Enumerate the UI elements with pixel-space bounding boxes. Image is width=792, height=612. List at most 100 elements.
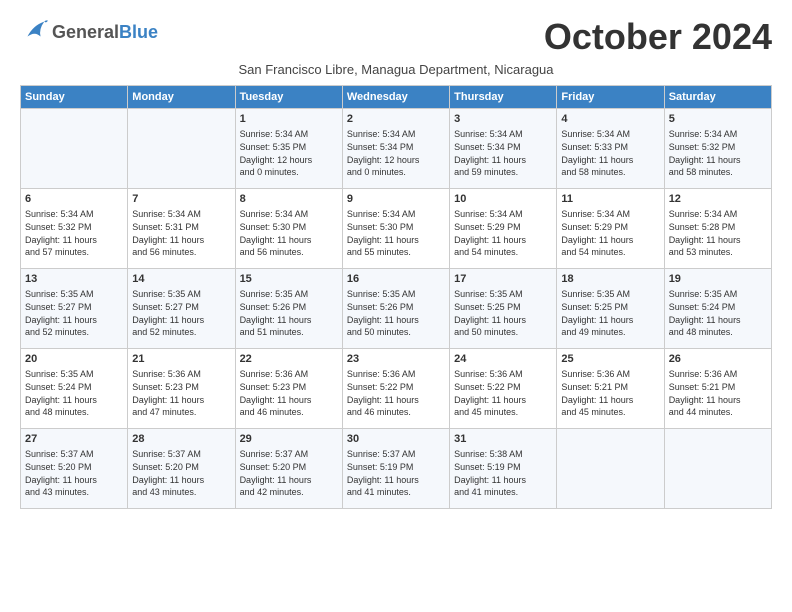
day-number: 26 [669, 352, 767, 367]
calendar-cell: 18Sunrise: 5:35 AM Sunset: 5:25 PM Dayli… [557, 269, 664, 349]
day-info: Sunrise: 5:36 AM Sunset: 5:22 PM Dayligh… [347, 368, 445, 418]
day-info: Sunrise: 5:34 AM Sunset: 5:30 PM Dayligh… [347, 208, 445, 258]
week-row: 6Sunrise: 5:34 AM Sunset: 5:32 PM Daylig… [21, 189, 772, 269]
calendar-cell: 19Sunrise: 5:35 AM Sunset: 5:24 PM Dayli… [664, 269, 771, 349]
week-row: 1Sunrise: 5:34 AM Sunset: 5:35 PM Daylig… [21, 109, 772, 189]
calendar-cell: 25Sunrise: 5:36 AM Sunset: 5:21 PM Dayli… [557, 349, 664, 429]
day-info: Sunrise: 5:38 AM Sunset: 5:19 PM Dayligh… [454, 448, 552, 498]
day-info: Sunrise: 5:34 AM Sunset: 5:31 PM Dayligh… [132, 208, 230, 258]
week-row: 20Sunrise: 5:35 AM Sunset: 5:24 PM Dayli… [21, 349, 772, 429]
calendar-cell: 16Sunrise: 5:35 AM Sunset: 5:26 PM Dayli… [342, 269, 449, 349]
day-number: 20 [25, 352, 123, 367]
day-number: 2 [347, 112, 445, 127]
weekday-thursday: Thursday [450, 86, 557, 109]
day-info: Sunrise: 5:34 AM Sunset: 5:30 PM Dayligh… [240, 208, 338, 258]
calendar-cell [557, 429, 664, 509]
calendar-cell: 5Sunrise: 5:34 AM Sunset: 5:32 PM Daylig… [664, 109, 771, 189]
week-row: 27Sunrise: 5:37 AM Sunset: 5:20 PM Dayli… [21, 429, 772, 509]
weekday-monday: Monday [128, 86, 235, 109]
logo: GeneralBlue [20, 16, 158, 49]
day-number: 30 [347, 432, 445, 447]
calendar-body: 1Sunrise: 5:34 AM Sunset: 5:35 PM Daylig… [21, 109, 772, 509]
week-row: 13Sunrise: 5:35 AM Sunset: 5:27 PM Dayli… [21, 269, 772, 349]
calendar-table: SundayMondayTuesdayWednesdayThursdayFrid… [20, 85, 772, 509]
day-info: Sunrise: 5:37 AM Sunset: 5:20 PM Dayligh… [132, 448, 230, 498]
day-info: Sunrise: 5:34 AM Sunset: 5:29 PM Dayligh… [454, 208, 552, 258]
day-number: 29 [240, 432, 338, 447]
day-number: 7 [132, 192, 230, 207]
day-info: Sunrise: 5:34 AM Sunset: 5:29 PM Dayligh… [561, 208, 659, 258]
weekday-friday: Friday [557, 86, 664, 109]
calendar-cell: 29Sunrise: 5:37 AM Sunset: 5:20 PM Dayli… [235, 429, 342, 509]
day-number: 10 [454, 192, 552, 207]
day-info: Sunrise: 5:35 AM Sunset: 5:24 PM Dayligh… [669, 288, 767, 338]
weekday-sunday: Sunday [21, 86, 128, 109]
logo-icon [20, 16, 48, 49]
day-info: Sunrise: 5:35 AM Sunset: 5:24 PM Dayligh… [25, 368, 123, 418]
calendar-cell: 2Sunrise: 5:34 AM Sunset: 5:34 PM Daylig… [342, 109, 449, 189]
day-number: 3 [454, 112, 552, 127]
day-info: Sunrise: 5:35 AM Sunset: 5:27 PM Dayligh… [132, 288, 230, 338]
weekday-row: SundayMondayTuesdayWednesdayThursdayFrid… [21, 86, 772, 109]
day-info: Sunrise: 5:34 AM Sunset: 5:28 PM Dayligh… [669, 208, 767, 258]
day-number: 8 [240, 192, 338, 207]
day-info: Sunrise: 5:34 AM Sunset: 5:35 PM Dayligh… [240, 128, 338, 178]
day-number: 28 [132, 432, 230, 447]
day-number: 9 [347, 192, 445, 207]
calendar-cell: 24Sunrise: 5:36 AM Sunset: 5:22 PM Dayli… [450, 349, 557, 429]
day-info: Sunrise: 5:37 AM Sunset: 5:20 PM Dayligh… [240, 448, 338, 498]
day-number: 19 [669, 272, 767, 287]
day-number: 6 [25, 192, 123, 207]
day-number: 16 [347, 272, 445, 287]
calendar-cell: 17Sunrise: 5:35 AM Sunset: 5:25 PM Dayli… [450, 269, 557, 349]
subtitle: San Francisco Libre, Managua Department,… [20, 62, 772, 77]
day-info: Sunrise: 5:36 AM Sunset: 5:23 PM Dayligh… [240, 368, 338, 418]
calendar-cell: 11Sunrise: 5:34 AM Sunset: 5:29 PM Dayli… [557, 189, 664, 269]
day-number: 1 [240, 112, 338, 127]
logo-general: General [52, 22, 119, 42]
header: GeneralBlue October 2024 [20, 16, 772, 58]
day-info: Sunrise: 5:37 AM Sunset: 5:19 PM Dayligh… [347, 448, 445, 498]
day-info: Sunrise: 5:36 AM Sunset: 5:22 PM Dayligh… [454, 368, 552, 418]
calendar-cell: 10Sunrise: 5:34 AM Sunset: 5:29 PM Dayli… [450, 189, 557, 269]
day-info: Sunrise: 5:36 AM Sunset: 5:21 PM Dayligh… [561, 368, 659, 418]
logo-blue: Blue [119, 22, 158, 42]
calendar-cell: 12Sunrise: 5:34 AM Sunset: 5:28 PM Dayli… [664, 189, 771, 269]
day-info: Sunrise: 5:36 AM Sunset: 5:23 PM Dayligh… [132, 368, 230, 418]
calendar-cell: 30Sunrise: 5:37 AM Sunset: 5:19 PM Dayli… [342, 429, 449, 509]
day-info: Sunrise: 5:37 AM Sunset: 5:20 PM Dayligh… [25, 448, 123, 498]
day-number: 18 [561, 272, 659, 287]
logo-text: GeneralBlue [52, 23, 158, 43]
day-info: Sunrise: 5:34 AM Sunset: 5:32 PM Dayligh… [669, 128, 767, 178]
calendar-cell: 26Sunrise: 5:36 AM Sunset: 5:21 PM Dayli… [664, 349, 771, 429]
calendar-cell: 1Sunrise: 5:34 AM Sunset: 5:35 PM Daylig… [235, 109, 342, 189]
day-number: 25 [561, 352, 659, 367]
day-info: Sunrise: 5:35 AM Sunset: 5:26 PM Dayligh… [240, 288, 338, 338]
calendar-cell [664, 429, 771, 509]
calendar-cell: 27Sunrise: 5:37 AM Sunset: 5:20 PM Dayli… [21, 429, 128, 509]
day-number: 13 [25, 272, 123, 287]
calendar-cell: 23Sunrise: 5:36 AM Sunset: 5:22 PM Dayli… [342, 349, 449, 429]
calendar-cell: 15Sunrise: 5:35 AM Sunset: 5:26 PM Dayli… [235, 269, 342, 349]
day-info: Sunrise: 5:35 AM Sunset: 5:27 PM Dayligh… [25, 288, 123, 338]
day-number: 27 [25, 432, 123, 447]
day-info: Sunrise: 5:34 AM Sunset: 5:33 PM Dayligh… [561, 128, 659, 178]
calendar-cell: 3Sunrise: 5:34 AM Sunset: 5:34 PM Daylig… [450, 109, 557, 189]
calendar-cell: 9Sunrise: 5:34 AM Sunset: 5:30 PM Daylig… [342, 189, 449, 269]
day-number: 14 [132, 272, 230, 287]
day-number: 5 [669, 112, 767, 127]
day-info: Sunrise: 5:35 AM Sunset: 5:25 PM Dayligh… [454, 288, 552, 338]
day-info: Sunrise: 5:35 AM Sunset: 5:25 PM Dayligh… [561, 288, 659, 338]
day-info: Sunrise: 5:34 AM Sunset: 5:32 PM Dayligh… [25, 208, 123, 258]
day-info: Sunrise: 5:35 AM Sunset: 5:26 PM Dayligh… [347, 288, 445, 338]
day-number: 24 [454, 352, 552, 367]
day-number: 17 [454, 272, 552, 287]
day-info: Sunrise: 5:36 AM Sunset: 5:21 PM Dayligh… [669, 368, 767, 418]
day-number: 21 [132, 352, 230, 367]
calendar-cell: 28Sunrise: 5:37 AM Sunset: 5:20 PM Dayli… [128, 429, 235, 509]
calendar-cell: 4Sunrise: 5:34 AM Sunset: 5:33 PM Daylig… [557, 109, 664, 189]
day-number: 23 [347, 352, 445, 367]
calendar-cell: 6Sunrise: 5:34 AM Sunset: 5:32 PM Daylig… [21, 189, 128, 269]
calendar-cell [128, 109, 235, 189]
day-info: Sunrise: 5:34 AM Sunset: 5:34 PM Dayligh… [454, 128, 552, 178]
